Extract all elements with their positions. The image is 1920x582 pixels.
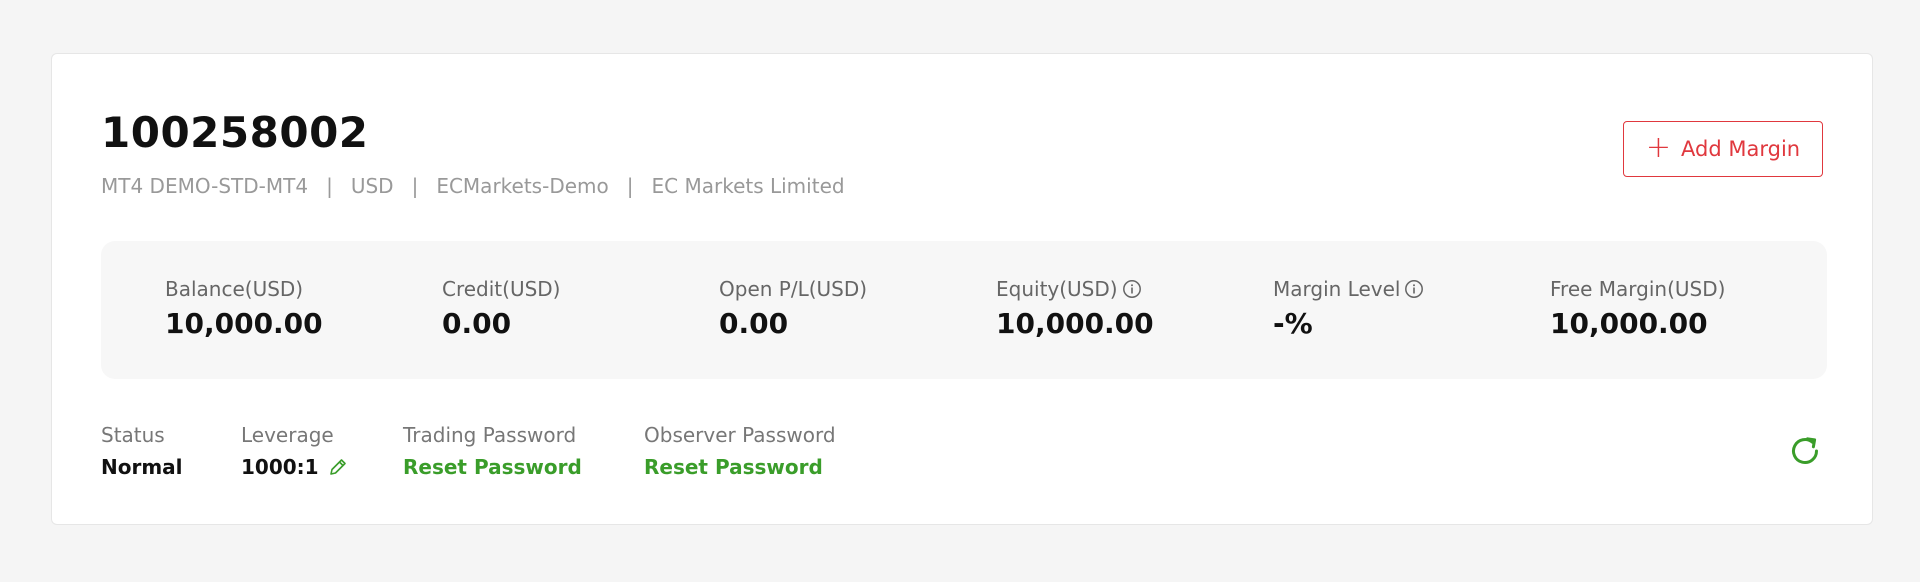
add-margin-label: Add Margin: [1681, 137, 1801, 161]
reset-trading-password-link[interactable]: Reset Password: [403, 455, 582, 479]
stat-label: Margin Level: [1273, 277, 1424, 301]
stat-label-text: Credit(USD): [442, 277, 561, 301]
meta-separator: |: [411, 174, 419, 198]
refresh-icon[interactable]: [1787, 433, 1823, 469]
account-entity: EC Markets Limited: [651, 174, 845, 198]
leverage-value: 1000:1: [241, 455, 319, 479]
plus-icon: +: [1645, 129, 1672, 165]
observer-password-label: Observer Password: [644, 423, 836, 447]
stat-margin-level: Margin Level -%: [1273, 277, 1424, 340]
reset-observer-password-link[interactable]: Reset Password: [644, 455, 836, 479]
stat-open-pl: Open P/L(USD) 0.00: [719, 277, 867, 340]
stat-value: 0.00: [719, 307, 789, 340]
stat-label-text: Open P/L(USD): [719, 277, 868, 301]
stat-equity: Equity(USD) 10,000.00: [996, 277, 1154, 340]
stat-label: Credit(USD): [442, 277, 561, 301]
status-value: Normal: [101, 455, 183, 479]
add-margin-button[interactable]: + Add Margin: [1623, 121, 1823, 177]
meta-separator: |: [326, 174, 333, 198]
stat-label-text: Balance(USD): [165, 277, 304, 301]
account-meta: MT4 DEMO-STD-MT4 | USD | ECMarkets-Demo …: [101, 174, 845, 198]
stat-value: -%: [1273, 307, 1313, 340]
account-number: 100258002: [101, 108, 369, 157]
leverage-value-row: 1000:1: [241, 455, 349, 479]
stat-label-text: Margin Level: [1273, 277, 1401, 301]
pencil-icon[interactable]: [327, 456, 349, 478]
status-field: Status Normal: [101, 423, 183, 479]
account-currency: USD: [350, 174, 394, 198]
leverage-label: Leverage: [241, 423, 334, 447]
stat-label: Open P/L(USD): [719, 277, 867, 301]
trading-password-field: Trading Password Reset Password: [403, 423, 582, 479]
trading-password-label: Trading Password: [403, 423, 577, 447]
observer-password-field: Observer Password Reset Password: [644, 423, 836, 479]
account-card: 100258002 MT4 DEMO-STD-MT4 | USD | ECMar…: [51, 53, 1873, 525]
stat-label: Free Margin(USD): [1550, 277, 1725, 301]
stat-label: Balance(USD): [165, 277, 323, 301]
stat-free-margin: Free Margin(USD) 10,000.00: [1550, 277, 1725, 340]
meta-separator: |: [626, 174, 634, 198]
stat-value: 10,000.00: [996, 307, 1154, 340]
stat-value: 10,000.00: [1550, 307, 1708, 340]
account-server: ECMarkets-Demo: [436, 174, 609, 198]
stat-label-text: Equity(USD): [996, 277, 1118, 301]
stat-value: 10,000.00: [165, 307, 323, 340]
account-platform: MT4 DEMO-STD-MT4: [101, 174, 309, 198]
status-label: Status: [101, 423, 165, 447]
stat-label: Equity(USD): [996, 277, 1154, 301]
stat-label-text: Free Margin(USD): [1550, 277, 1726, 301]
info-icon[interactable]: [1404, 279, 1424, 299]
stat-credit: Credit(USD) 0.00: [442, 277, 561, 340]
info-icon[interactable]: [1122, 279, 1142, 299]
account-stats-panel: Balance(USD) 10,000.00 Credit(USD) 0.00 …: [101, 241, 1827, 379]
stat-value: 0.00: [442, 307, 512, 340]
leverage-field: Leverage 1000:1: [241, 423, 349, 479]
stat-balance: Balance(USD) 10,000.00: [165, 277, 323, 340]
